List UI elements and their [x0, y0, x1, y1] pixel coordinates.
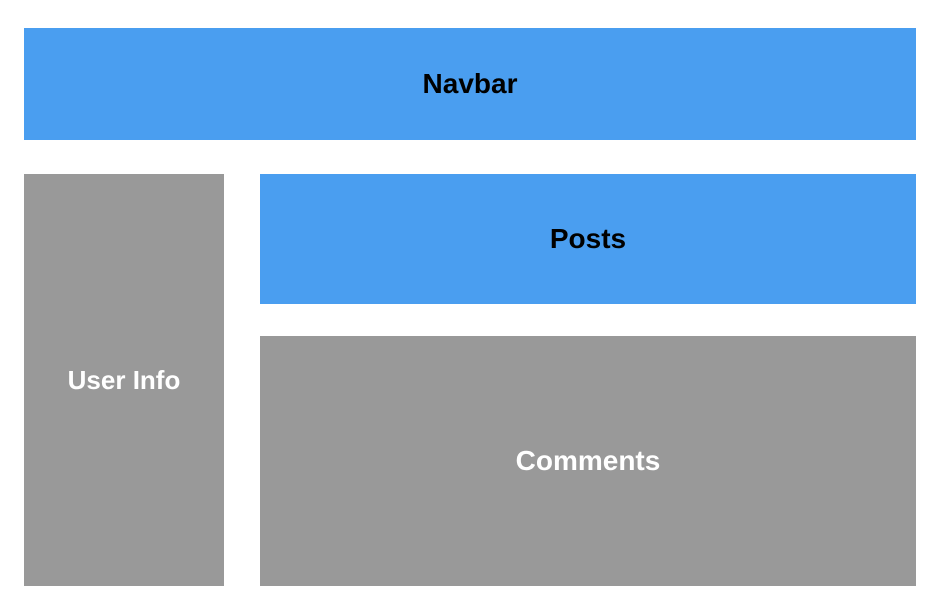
comments-region: Comments: [260, 336, 916, 586]
navbar-label: Navbar: [423, 68, 518, 100]
user-info-region: User Info: [24, 174, 224, 586]
user-info-label: User Info: [68, 365, 181, 396]
posts-label: Posts: [550, 223, 626, 255]
comments-label: Comments: [516, 445, 661, 477]
main-column: Posts Comments: [260, 174, 916, 586]
layout-container: Navbar User Info Posts Comments: [24, 28, 916, 586]
navbar-region: Navbar: [24, 28, 916, 140]
posts-region: Posts: [260, 174, 916, 304]
body-row: User Info Posts Comments: [24, 174, 916, 586]
